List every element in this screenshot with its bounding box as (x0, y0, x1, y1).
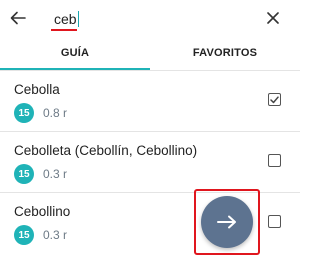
search-input[interactable]: ceb (54, 10, 244, 28)
next-fab-button[interactable] (201, 196, 253, 248)
arrow-right-icon (217, 215, 236, 229)
favorite-checkbox[interactable] (268, 93, 281, 106)
tab-favoritos[interactable]: FAVORITOS (150, 38, 300, 68)
active-tab-indicator (0, 68, 150, 70)
checkmark-icon (270, 95, 279, 103)
arrow-left-icon (10, 11, 26, 25)
list-item[interactable]: Cebolla 15 0.8 r (0, 71, 300, 132)
favorite-checkbox[interactable] (268, 154, 281, 167)
carb-badge: 15 (14, 225, 34, 245)
portion-text: 0.3 r (43, 228, 68, 242)
food-name: Cebolla (14, 82, 60, 97)
carb-badge: 15 (14, 103, 34, 123)
favorite-checkbox[interactable] (268, 215, 281, 228)
spellcheck-underline (51, 29, 77, 31)
close-icon (267, 12, 279, 24)
search-bar: ceb (0, 0, 300, 38)
tab-guia[interactable]: GUÍA (0, 38, 150, 68)
clear-search-button[interactable] (262, 7, 284, 29)
food-name: Cebolleta (Cebollín, Cebollino) (14, 143, 198, 158)
list-item[interactable]: Cebolleta (Cebollín, Cebollino) 15 0.3 r (0, 132, 300, 193)
food-name: Cebollino (14, 204, 71, 219)
search-query-text: ceb (54, 11, 77, 27)
tab-bar: GUÍA FAVORITOS (0, 38, 300, 71)
text-cursor (77, 11, 80, 27)
portion-text: 0.3 r (43, 167, 68, 181)
portion-text: 0.8 r (43, 106, 68, 120)
back-button[interactable] (7, 7, 29, 29)
carb-badge: 15 (14, 164, 34, 184)
